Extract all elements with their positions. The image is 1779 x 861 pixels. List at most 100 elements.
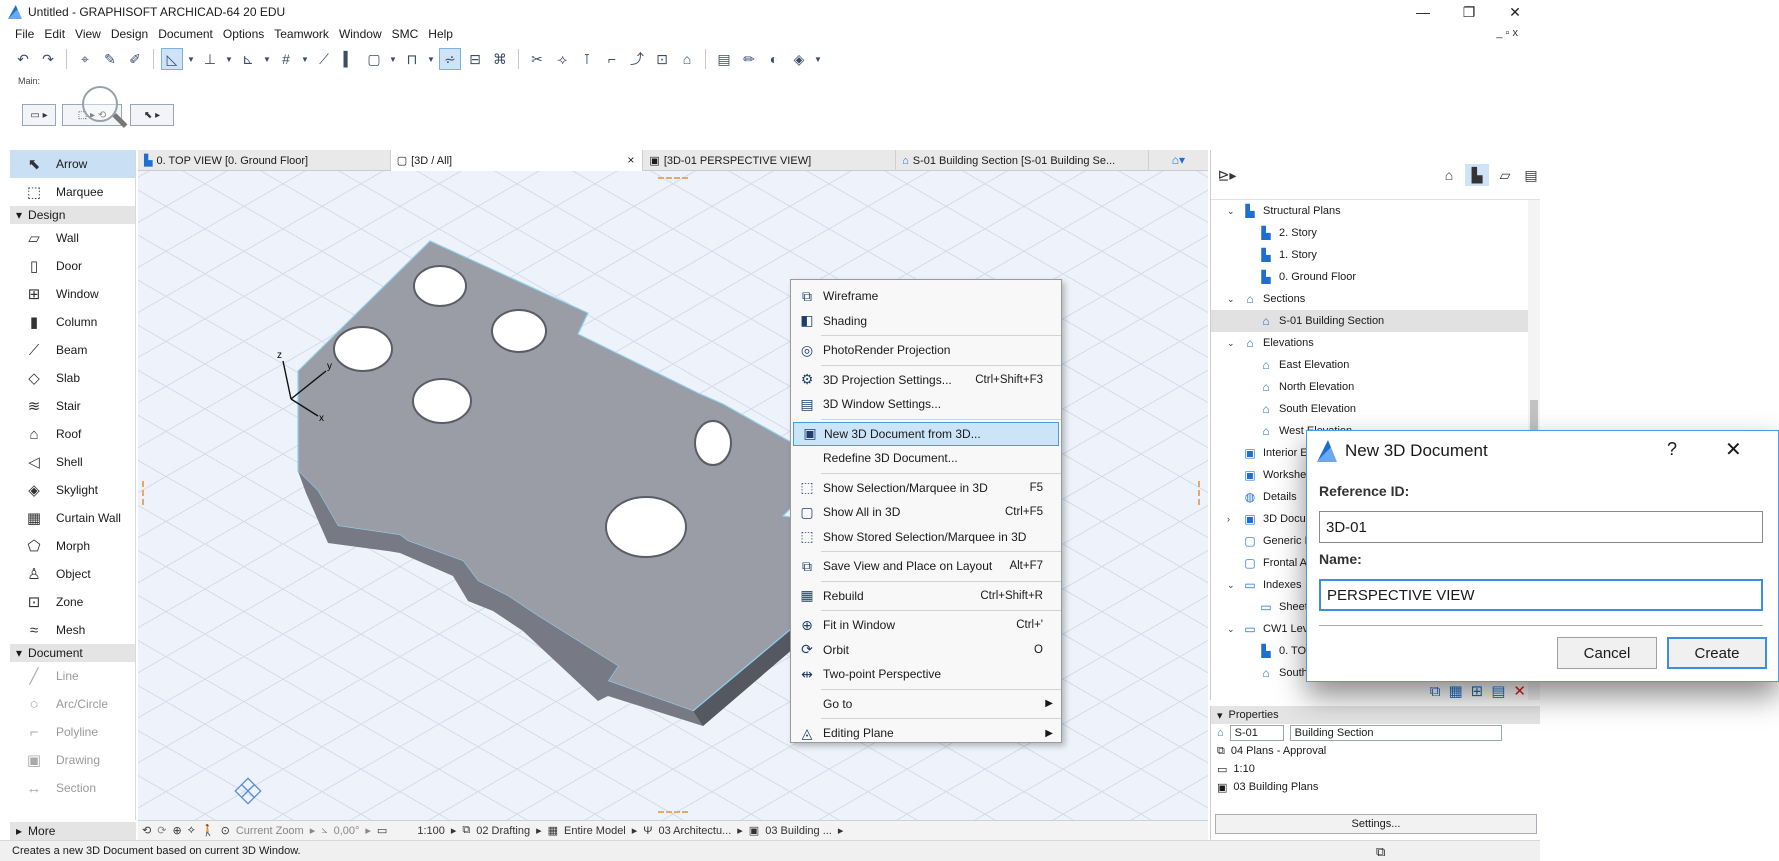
publisher-sets-icon[interactable]: ▤ [1519,164,1543,186]
expand-toggle-icon[interactable]: ⌄ [1227,338,1237,349]
tree-item[interactable]: ▙ 2. Story [1211,222,1529,244]
chevron-down-icon[interactable]: ▼ [426,48,436,70]
pick-up-icon[interactable]: ⌖ [74,48,96,70]
close-tab-icon[interactable]: × [627,153,634,167]
menu-item-help[interactable]: Help [423,27,458,41]
tool-arc-circle[interactable]: ○ Arc/Circle [10,690,135,718]
menu-item-wireframe[interactable]: ⧉ Wireframe [791,284,1061,309]
left-pane-handle[interactable] [142,481,146,505]
settings-icon[interactable]: ▤ [1491,682,1505,700]
menu-item-teamwork[interactable]: Teamwork [269,27,334,41]
inject-icon[interactable]: ✎ [99,48,121,70]
tool-marquee[interactable]: ⬚ Marquee [10,178,135,206]
tool-mesh[interactable]: ≈ Mesh [10,616,135,644]
menu-item-design[interactable]: Design [106,27,153,41]
layer-set-value[interactable]: 04 Plans - Approval [1231,745,1326,757]
document-section-header[interactable]: ▾ Document [10,644,135,662]
menu-item-edit[interactable]: Edit [39,27,70,41]
guide-lines-icon[interactable]: ⊥ [199,48,221,70]
arrow-mini-icon[interactable]: ⬉ ▸ [130,104,174,126]
more-tools-button[interactable]: ▸ More [10,822,136,840]
scale-value[interactable]: 1:10 [1233,763,1254,775]
cancel-button[interactable]: Cancel [1557,637,1657,669]
close-icon[interactable]: ✕ [1725,437,1742,462]
tool-slab[interactable]: ◇ Slab [10,364,135,392]
split-icon[interactable]: ✂ [526,48,548,70]
tool-wall[interactable]: ▱ Wall [10,224,135,252]
tree-item[interactable]: ⌂ East Elevation [1211,354,1529,376]
project-map-icon[interactable]: ⌂ [1437,164,1461,186]
tool-morph[interactable]: ⬠ Morph [10,532,135,560]
menu-item-show-all-in-3d[interactable]: ▢ Show All in 3D Ctrl+F5 [791,500,1061,525]
tool-roof[interactable]: ⌂ Roof [10,420,135,448]
angle-value[interactable]: 0,00° [334,825,360,837]
tree-item[interactable]: ⌂ North Elevation [1211,376,1529,398]
tool-curtain-wall[interactable]: ▦ Curtain Wall [10,504,135,532]
tool-skylight[interactable]: ◈ Skylight [10,476,135,504]
menu-item-file[interactable]: File [10,27,39,41]
menu-item-photorender-projection[interactable]: ◎ PhotoRender Projection [791,338,1061,363]
tree-item[interactable]: ▙ 0. Ground Floor [1211,266,1529,288]
menu-item-shading[interactable]: ◧ Shading [791,309,1061,334]
menu-item-window[interactable]: Window [334,27,387,41]
trace-icon[interactable]: ⟋ [313,48,335,70]
redo-icon[interactable]: ↷ [37,48,59,70]
tree-item[interactable]: ⌂ S-01 Building Section [1211,310,1529,332]
clone-folder-icon[interactable]: ⧉ [1430,683,1441,700]
right-pane-handle[interactable] [1198,481,1202,505]
fit-icon[interactable]: ⊙ [221,824,230,837]
tab-section[interactable]: ⌂ S-01 Building Section [S-01 Building Se… [896,150,1149,171]
tool-beam[interactable]: ⟋ Beam [10,336,135,364]
adjust-icon[interactable]: ⟢ [551,48,573,70]
undo-view-icon[interactable]: ⟲ [142,824,151,837]
roof-trim-icon[interactable]: ⌂ [676,48,698,70]
tool-stair[interactable]: ≋ Stair [10,392,135,420]
tool-shell[interactable]: ◁ Shell [10,448,135,476]
intersect-icon[interactable]: ⊺ [576,48,598,70]
menu-item-two-point-perspective[interactable]: ⇹ Two-point Perspective [791,662,1061,687]
walk-icon[interactable]: 🚶 [201,824,215,837]
settings-button[interactable]: Settings... [1215,814,1537,834]
orbit-small-icon[interactable]: ⟡ [188,824,195,837]
expand-toggle-icon[interactable]: ⌄ [1227,294,1237,305]
plan-select[interactable]: 03 Building ... [765,825,832,837]
expand-toggle-icon[interactable]: ⌄ [1227,580,1237,591]
redo-view-icon[interactable]: ⟳ [157,824,166,837]
tool-polyline[interactable]: ⌐ Polyline [10,718,135,746]
layer-select[interactable]: 02 Drafting [476,825,530,837]
pen-set-value[interactable]: 03 Building Plans [1233,781,1318,793]
name-input[interactable]: PERSPECTIVE VIEW [1319,579,1763,611]
chevron-down-icon[interactable]: ▼ [813,48,823,70]
tab-top-view[interactable]: ▙ 0. TOP VIEW [0. Ground Floor] [138,150,391,171]
menu-item-editing-plane[interactable]: ◬ Editing Plane ▶ [791,721,1061,746]
menu-item-smc[interactable]: SMC [387,27,424,41]
tool-drawing[interactable]: ▣ Drawing [10,746,135,774]
view-map-icon[interactable]: ▙ [1465,164,1489,186]
menu-item-go-to[interactable]: Go to ▶ [791,692,1061,717]
name-field[interactable]: Building Section [1289,725,1502,741]
menu-item-3d-projection-settings[interactable]: ⚙ 3D Projection Settings... Ctrl+Shift+F3 [791,368,1061,393]
menu-item-fit-in-window[interactable]: ⊕ Fit in Window Ctrl+' [791,613,1061,638]
tool-arrow[interactable]: ⬉ Arrow [10,150,135,178]
chevron-down-icon[interactable]: ▼ [300,48,310,70]
pen-select[interactable]: 03 Architectu... [659,825,732,837]
help-icon[interactable]: ? [1667,439,1677,460]
minimize-button[interactable]: — [1400,0,1446,24]
snap-guides-icon[interactable]: ◺ [161,48,183,70]
gravity-icon[interactable]: ⩫ [439,48,461,70]
tool-zone[interactable]: ⊡ Zone [10,588,135,616]
publish-icon[interactable]: ◈ [788,48,810,70]
layer-icon[interactable]: ▍ [338,48,360,70]
menu-item-orbit[interactable]: ⟳ Orbit O [791,638,1061,663]
render-icon[interactable]: ◐ [763,48,785,70]
chevron-down-icon[interactable]: ▼ [186,48,196,70]
reference-id-input[interactable]: 3D-01 [1319,511,1763,543]
tree-item[interactable]: ⌄ ▙ Structural Plans [1211,200,1529,222]
undo-icon[interactable]: ↶ [12,48,34,70]
layout-book-icon[interactable]: ▱ [1493,164,1517,186]
chevron-down-icon[interactable]: ▼ [262,48,272,70]
bottom-pane-handle[interactable] [658,811,688,813]
menu-item-rebuild[interactable]: ▦ Rebuild Ctrl+Shift+R [791,584,1061,609]
tool-section[interactable]: ↔ Section [10,774,135,802]
grid-snap-icon[interactable]: # [275,48,297,70]
